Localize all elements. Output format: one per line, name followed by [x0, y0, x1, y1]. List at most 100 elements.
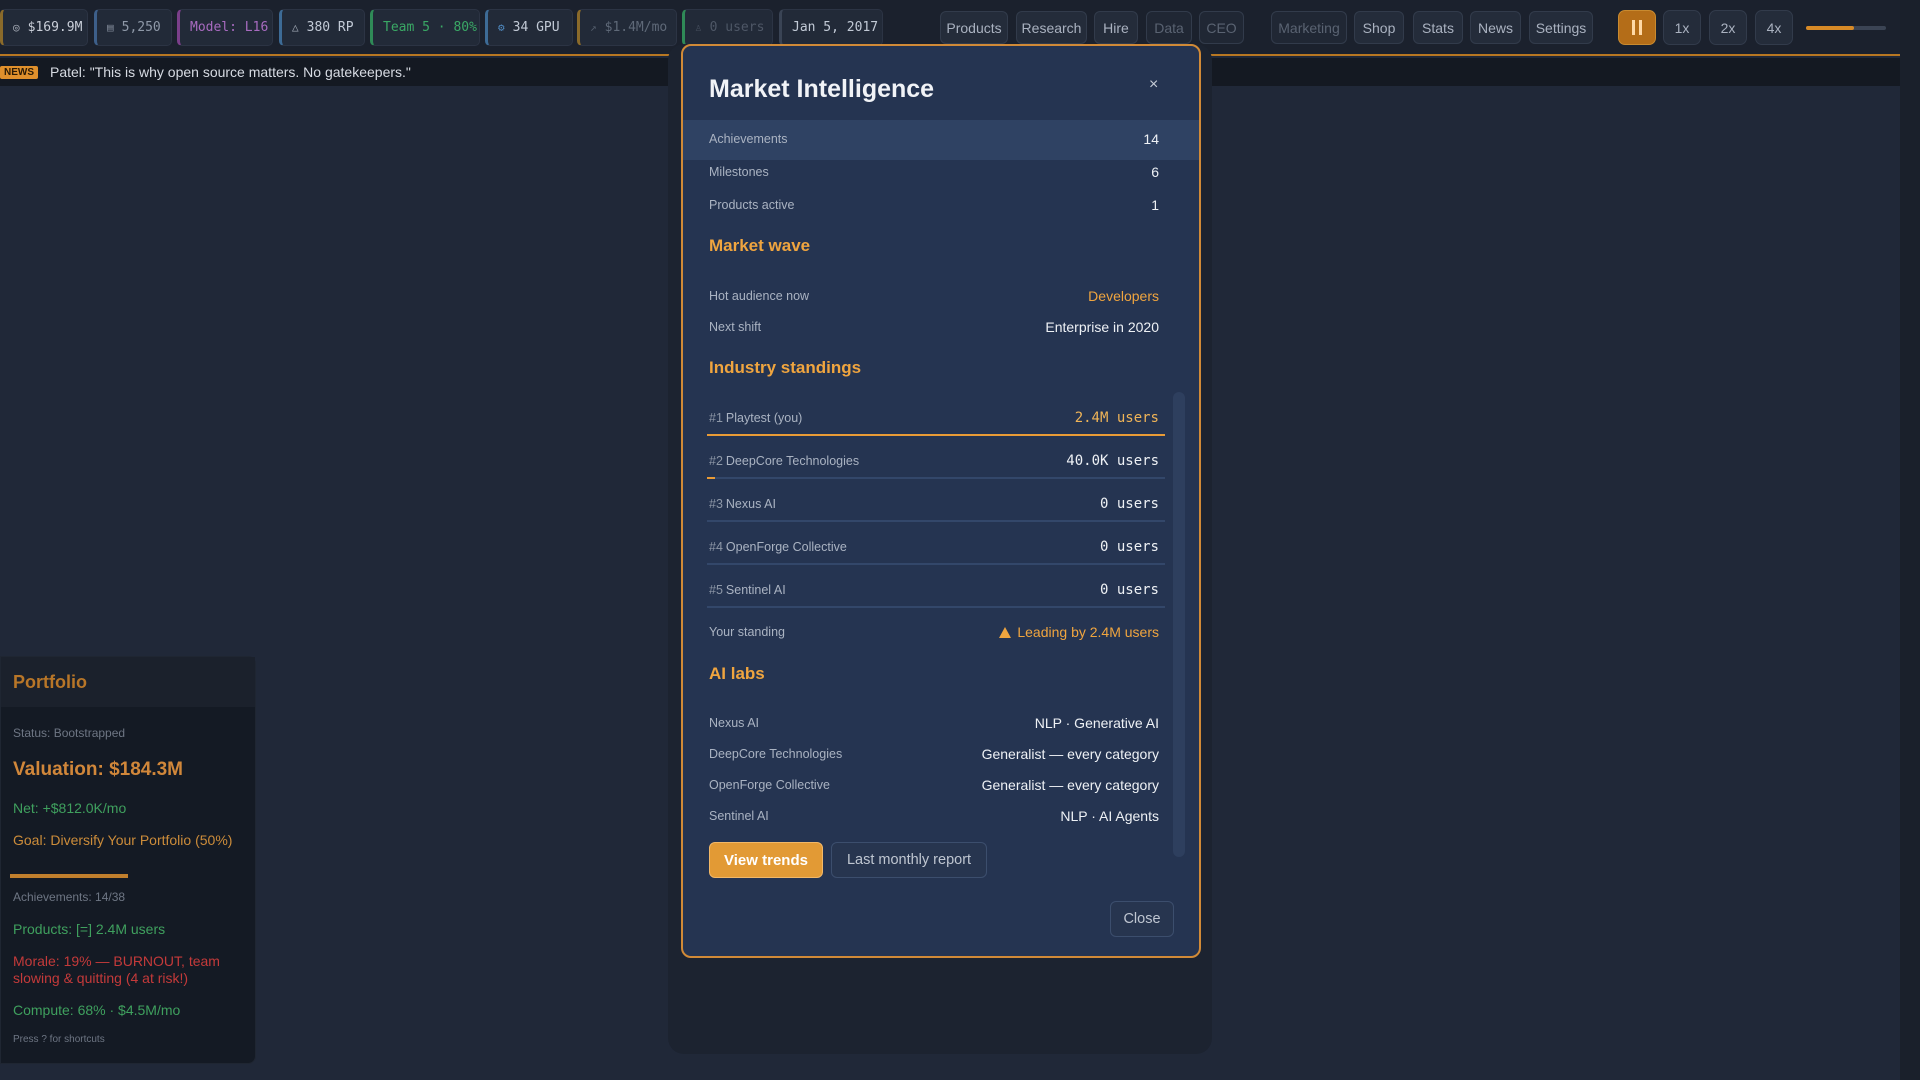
- nav-marketing[interactable]: Marketing: [1271, 11, 1347, 44]
- nav-news[interactable]: News: [1470, 11, 1521, 44]
- standing-share-fill: [707, 434, 1165, 436]
- page-scrollbar[interactable]: [1900, 0, 1920, 1080]
- summary-value: 1: [1151, 197, 1159, 213]
- portfolio-morale: Morale: 19% — BURNOUT, team slowing & qu…: [13, 953, 220, 986]
- standing-rank: #4: [709, 540, 723, 554]
- speed-2x-button[interactable]: 2x: [1709, 10, 1747, 45]
- portfolio-products: Products: [=] 2.4M users: [13, 921, 166, 937]
- nav-shop[interactable]: Shop: [1354, 11, 1404, 44]
- summary-value: 14: [1143, 131, 1159, 147]
- standing-rank: #2: [709, 454, 723, 468]
- summary-row-achievements: Achievements 14: [709, 129, 1159, 149]
- next-shift-row: Next shift Enterprise in 2020: [709, 317, 1159, 337]
- monthly-report-button[interactable]: Last monthly report: [831, 842, 987, 878]
- data-stat[interactable]: ▤ 5,250: [94, 9, 172, 46]
- your-standing-value: Leading by 2.4M users: [1017, 624, 1159, 640]
- standing-row: #5 Sentinel AI 0 users: [709, 580, 1159, 600]
- standing-name: Playtest (you): [725, 411, 803, 425]
- standing-share-bar: [707, 520, 1165, 522]
- close-button[interactable]: Close: [1110, 901, 1174, 937]
- standing-share-fill: [707, 477, 715, 479]
- pause-icon: [1632, 20, 1635, 35]
- market-intelligence-dialog: Market Intelligence × Achievements 14 Mi…: [681, 44, 1201, 958]
- standing-users: 2.4M users: [1074, 410, 1159, 426]
- summary-label: Milestones: [709, 165, 769, 179]
- standing-share-bar: [707, 563, 1165, 565]
- portfolio-valuation: Valuation: $184.3M: [13, 759, 184, 780]
- standing-rank: #5: [709, 583, 723, 597]
- standing-name: OpenForge Collective: [725, 540, 847, 554]
- news-headline: Patel: "This is why open source matters.…: [50, 64, 411, 80]
- standing-name: Nexus AI: [725, 497, 776, 511]
- standing-name: Sentinel AI: [725, 583, 786, 597]
- warning-triangle-icon: [999, 627, 1012, 638]
- users-stat[interactable]: ♙ 0 users: [682, 9, 773, 46]
- lab-name: Nexus AI: [709, 716, 760, 730]
- summary-value: 6: [1151, 164, 1159, 180]
- your-standing-label: Your standing: [709, 625, 785, 639]
- lab-row: Sentinel AI NLP · AI Agents: [709, 806, 1159, 826]
- your-standing-row: Your standing Leading by 2.4M users: [709, 622, 1159, 642]
- nav-hire[interactable]: Hire: [1094, 11, 1138, 44]
- lab-row: Nexus AI NLP · Generative AI: [709, 713, 1159, 733]
- coin-icon: ◎: [13, 21, 20, 34]
- hot-audience-value: Developers: [1088, 288, 1159, 304]
- close-icon[interactable]: ×: [1149, 76, 1158, 94]
- hot-audience-row: Hot audience now Developers: [709, 286, 1159, 306]
- users-value: 0 users: [709, 20, 765, 35]
- nav-stats[interactable]: Stats: [1413, 11, 1463, 44]
- volume-fill: [1806, 26, 1854, 30]
- cash-stat[interactable]: ◎ $169.9M: [0, 9, 88, 46]
- lab-focus: NLP · Generative AI: [1034, 715, 1159, 731]
- portfolio-achievements: Achievements: 14/38: [13, 890, 126, 904]
- cash-value: $169.9M: [27, 20, 83, 35]
- gpu-stat[interactable]: ⚙ 34 GPU: [485, 9, 573, 46]
- nav-research[interactable]: Research: [1016, 11, 1087, 44]
- lab-row: DeepCore Technologies Generalist — every…: [709, 744, 1159, 764]
- gpu-icon: ⚙: [498, 21, 505, 34]
- volume-slider[interactable]: [1806, 26, 1886, 30]
- market-wave-heading: Market wave: [709, 236, 811, 255]
- standing-row: #3 Nexus AI 0 users: [709, 494, 1159, 514]
- users-icon: ♙: [695, 21, 702, 34]
- lab-row: OpenForge Collective Generalist — every …: [709, 775, 1159, 795]
- standing-row: #2 DeepCore Technologies 40.0K users: [709, 451, 1159, 471]
- summary-label: Products active: [709, 198, 795, 212]
- team-stat[interactable]: Team 5 · 80%: [370, 9, 480, 46]
- nav-settings[interactable]: Settings: [1529, 11, 1593, 44]
- standing-row: #1 Playtest (you) 2.4M users: [709, 408, 1159, 428]
- pause-button[interactable]: [1618, 10, 1656, 45]
- next-shift-value: Enterprise in 2020: [1045, 319, 1159, 335]
- model-stat[interactable]: Model: L16: [177, 9, 273, 46]
- dialog-scrollbar[interactable]: [1173, 392, 1185, 857]
- lab-name: OpenForge Collective: [709, 778, 830, 792]
- revenue-stat[interactable]: ↗ $1.4M/mo: [577, 9, 677, 46]
- portfolio-goal: Goal: Diversify Your Portfolio (50%): [13, 832, 233, 848]
- hot-audience-label: Hot audience now: [709, 289, 810, 303]
- summary-label: Achievements: [709, 132, 788, 146]
- dialog-title: Market Intelligence: [709, 75, 935, 103]
- speed-4x-button[interactable]: 4x: [1755, 10, 1793, 45]
- goal-progress-bar: [10, 874, 128, 878]
- nav-data[interactable]: Data: [1146, 11, 1192, 44]
- trend-icon: ↗: [590, 21, 597, 34]
- data-value: 5,250: [121, 20, 161, 35]
- lab-focus: Generalist — every category: [981, 777, 1159, 793]
- news-tag: NEWS: [0, 65, 38, 79]
- speed-1x-button[interactable]: 1x: [1663, 10, 1701, 45]
- view-trends-button[interactable]: View trends: [709, 842, 823, 878]
- standing-row: #4 OpenForge Collective 0 users: [709, 537, 1159, 557]
- standing-share-bar: [707, 434, 1165, 436]
- date-stat: Jan 5, 2017: [779, 9, 883, 46]
- research-stat[interactable]: △ 380 RP: [279, 9, 365, 46]
- calendar-icon: ▤: [107, 21, 114, 34]
- shortcut-hint: Press ? for shortcuts: [13, 1034, 105, 1045]
- standing-users: 0 users: [1099, 539, 1159, 555]
- lab-name: DeepCore Technologies: [709, 747, 843, 761]
- summary-row-products: Products active 1: [709, 195, 1159, 215]
- standing-share-bar: [707, 606, 1165, 608]
- gpu-value: 34 GPU: [512, 20, 560, 35]
- nav-products[interactable]: Products: [940, 11, 1008, 44]
- standing-name: DeepCore Technologies: [725, 454, 860, 468]
- nav-ceo[interactable]: CEO: [1199, 11, 1244, 44]
